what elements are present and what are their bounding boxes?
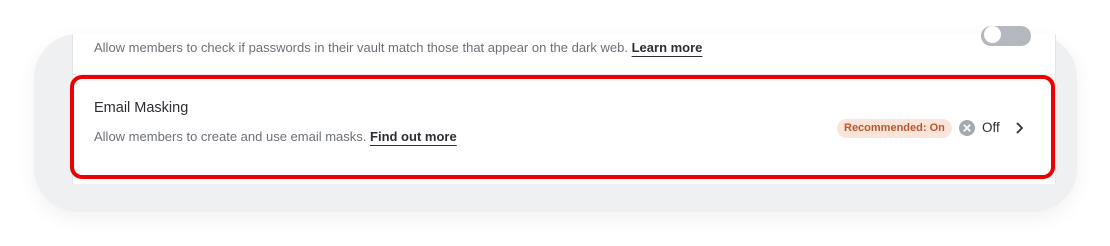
dark-web-description-text: Allow members to check if passwords in t… <box>94 40 628 55</box>
settings-card: Allow members to check if passwords in t… <box>72 26 1056 184</box>
email-masking-row[interactable] <box>73 74 1055 180</box>
dark-web-toggle[interactable] <box>981 26 1031 46</box>
dark-web-monitoring-row: Allow members to check if passwords in t… <box>73 26 1055 75</box>
learn-more-link[interactable]: Learn more <box>632 40 703 55</box>
toggle-knob <box>984 26 1001 43</box>
dark-web-description: Allow members to check if passwords in t… <box>94 40 702 55</box>
